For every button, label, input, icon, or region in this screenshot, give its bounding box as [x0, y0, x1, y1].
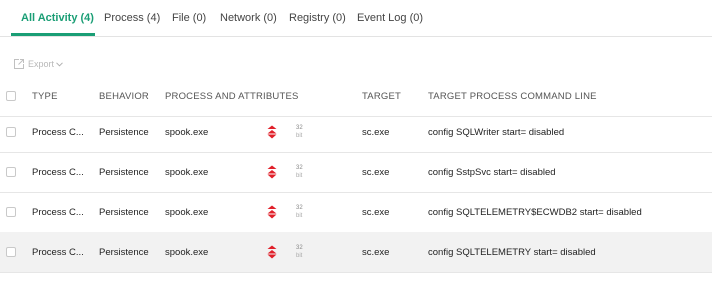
table-row[interactable]: Process C... Persistence spook.exe 32 bi…: [0, 112, 712, 153]
architecture-badge: 32 bit: [296, 112, 303, 152]
column-header-command-line[interactable]: TARGET PROCESS COMMAND LINE: [428, 76, 597, 116]
column-header-behavior[interactable]: BEHAVIOR: [99, 76, 149, 116]
table-row[interactable]: Process C... Persistence spook.exe 32 bi…: [0, 192, 712, 233]
severity-high-icon: [267, 192, 277, 232]
architecture-bits: 32: [296, 125, 303, 131]
process-cell[interactable]: spook.exe: [165, 152, 208, 192]
command-line-cell: config SQLWriter start= disabled: [428, 126, 565, 138]
architecture-badge: 32 bit: [296, 232, 303, 272]
architecture-unit: bit: [296, 253, 303, 259]
severity-high-icon: [267, 232, 277, 272]
tab-event-log[interactable]: Event Log (0): [357, 12, 423, 24]
process-cell[interactable]: spook.exe: [165, 232, 208, 272]
severity-high-icon: [267, 152, 277, 192]
architecture-bits: 32: [296, 245, 303, 251]
table-row[interactable]: Process C... Persistence spook.exe 32 bi…: [0, 152, 712, 193]
row-checkbox[interactable]: [6, 167, 16, 177]
type-cell: Process C...: [32, 206, 84, 218]
command-line-cell: config SstpSvc start= disabled: [428, 166, 556, 178]
export-button[interactable]: Export: [13, 57, 63, 71]
severity-high-icon: [267, 112, 277, 152]
row-checkbox[interactable]: [6, 247, 16, 257]
behavior-cell: Persistence: [99, 246, 149, 258]
architecture-unit: bit: [296, 133, 303, 139]
architecture-badge: 32 bit: [296, 192, 303, 232]
target-cell[interactable]: sc.exe: [362, 232, 389, 272]
target-cell[interactable]: sc.exe: [362, 112, 389, 152]
table-row[interactable]: Process C... Persistence spook.exe 32 bi…: [0, 232, 712, 273]
table-header: TYPE BEHAVIOR PROCESS AND ATTRIBUTES TAR…: [0, 76, 712, 117]
column-header-process[interactable]: PROCESS AND ATTRIBUTES: [165, 76, 299, 116]
select-all-checkbox[interactable]: [6, 91, 16, 101]
column-header-type[interactable]: TYPE: [32, 76, 58, 116]
tab-network[interactable]: Network (0): [220, 12, 277, 24]
type-cell: Process C...: [32, 246, 84, 258]
chevron-down-icon: [56, 61, 63, 67]
behavior-cell: Persistence: [99, 166, 149, 178]
active-tab-indicator: [11, 33, 95, 36]
row-checkbox[interactable]: [6, 207, 16, 217]
process-cell[interactable]: spook.exe: [165, 192, 208, 232]
behavior-cell: Persistence: [99, 126, 149, 138]
target-cell[interactable]: sc.exe: [362, 192, 389, 232]
architecture-bits: 32: [296, 165, 303, 171]
column-header-target[interactable]: TARGET: [362, 76, 401, 116]
export-label: Export: [28, 59, 55, 69]
command-line-cell: config SQLTELEMETRY$ECWDB2 start= disabl…: [428, 206, 642, 218]
type-cell: Process C...: [32, 126, 84, 138]
tab-file[interactable]: File (0): [172, 12, 206, 24]
target-cell[interactable]: sc.exe: [362, 152, 389, 192]
architecture-badge: 32 bit: [296, 152, 303, 192]
architecture-unit: bit: [296, 213, 303, 219]
export-icon: [13, 58, 25, 70]
architecture-bits: 32: [296, 205, 303, 211]
process-cell[interactable]: spook.exe: [165, 112, 208, 152]
architecture-unit: bit: [296, 173, 303, 179]
tab-process[interactable]: Process (4): [104, 12, 160, 24]
row-checkbox[interactable]: [6, 127, 16, 137]
type-cell: Process C...: [32, 166, 84, 178]
command-line-cell: config SQLTELEMETRY start= disabled: [428, 246, 596, 258]
activity-tabs: All Activity (4) Process (4) File (0) Ne…: [0, 0, 712, 37]
tab-registry[interactable]: Registry (0): [289, 12, 346, 24]
behavior-cell: Persistence: [99, 206, 149, 218]
tab-all-activity[interactable]: All Activity (4): [21, 12, 94, 24]
